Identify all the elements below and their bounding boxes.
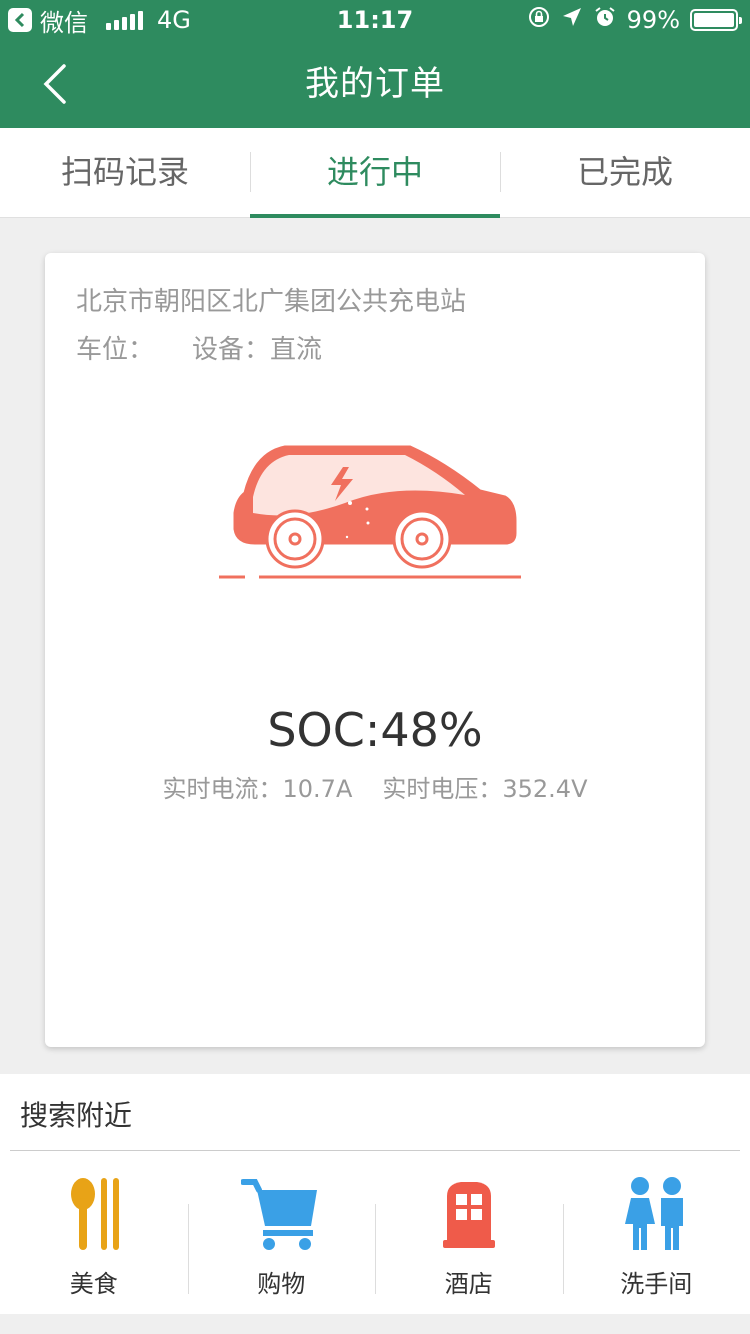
order-card[interactable]: 北京市朝阳区北广集团公共充电站 车位： 设备： 直流 SOC:48% 实时电流：…: [45, 253, 705, 1047]
station-name: 北京市朝阳区北广集团公共充电站: [76, 287, 467, 317]
top-bar: 微信 4G 11:17 99% 我的订单: [0, 0, 750, 128]
nearby-item-restroom[interactable]: 洗手间: [562, 1152, 750, 1314]
page-title: 我的订单: [305, 64, 445, 104]
status-right: 99%: [527, 4, 742, 36]
nearby-grid: 美食 购物 酒店 洗手间: [0, 1152, 750, 1314]
nav-header: 我的订单: [0, 40, 750, 128]
realtime-readings: 实时电流：10.7A 实时电压：352.4V: [45, 769, 705, 804]
shopping-cart-icon: [241, 1174, 321, 1254]
soc-readout: SOC:48%: [267, 703, 483, 757]
battery-level: [694, 13, 734, 27]
device-label: 设备：: [192, 335, 271, 365]
location-icon: [561, 6, 583, 34]
nearby-label-shopping: 购物: [257, 1270, 306, 1298]
divider: [10, 1150, 740, 1151]
device-value: 直流: [270, 335, 323, 365]
rotation-lock-icon: [527, 5, 551, 35]
nearby-label-hotel: 酒店: [444, 1270, 493, 1298]
battery-percent: 99%: [626, 6, 680, 34]
food-icon: [54, 1174, 134, 1254]
nearby-section: 搜索附近 美食 购物 酒店 洗手间: [0, 1074, 750, 1314]
tab-completed[interactable]: 已完成: [500, 128, 750, 217]
parking-label: 车位：: [76, 335, 155, 365]
nearby-item-hotel[interactable]: 酒店: [375, 1152, 563, 1314]
current-value: 10.7A: [282, 775, 353, 803]
hotel-icon: [429, 1174, 509, 1254]
order-details: 车位： 设备： 直流: [76, 329, 322, 366]
alarm-icon: [593, 5, 617, 35]
nearby-item-food[interactable]: 美食: [0, 1152, 188, 1314]
nearby-label-restroom: 洗手间: [620, 1270, 693, 1298]
nearby-item-shopping[interactable]: 购物: [187, 1152, 376, 1314]
charging-car-icon: [219, 445, 521, 579]
battery-icon: [690, 9, 742, 31]
order-tabs: 扫码记录 进行中 已完成: [0, 128, 750, 218]
nearby-title: 搜索附近: [20, 1099, 133, 1132]
nearby-label-food: 美食: [69, 1270, 118, 1298]
voltage-label: 实时电压：: [382, 775, 503, 803]
tab-scan-records[interactable]: 扫码记录: [0, 128, 250, 217]
status-bar: 微信 4G 11:17 99%: [0, 0, 750, 40]
tab-in-progress[interactable]: 进行中: [250, 128, 500, 218]
voltage-value: 352.4V: [502, 775, 588, 803]
current-label: 实时电流：: [162, 775, 283, 803]
restroom-icon: [616, 1174, 696, 1254]
